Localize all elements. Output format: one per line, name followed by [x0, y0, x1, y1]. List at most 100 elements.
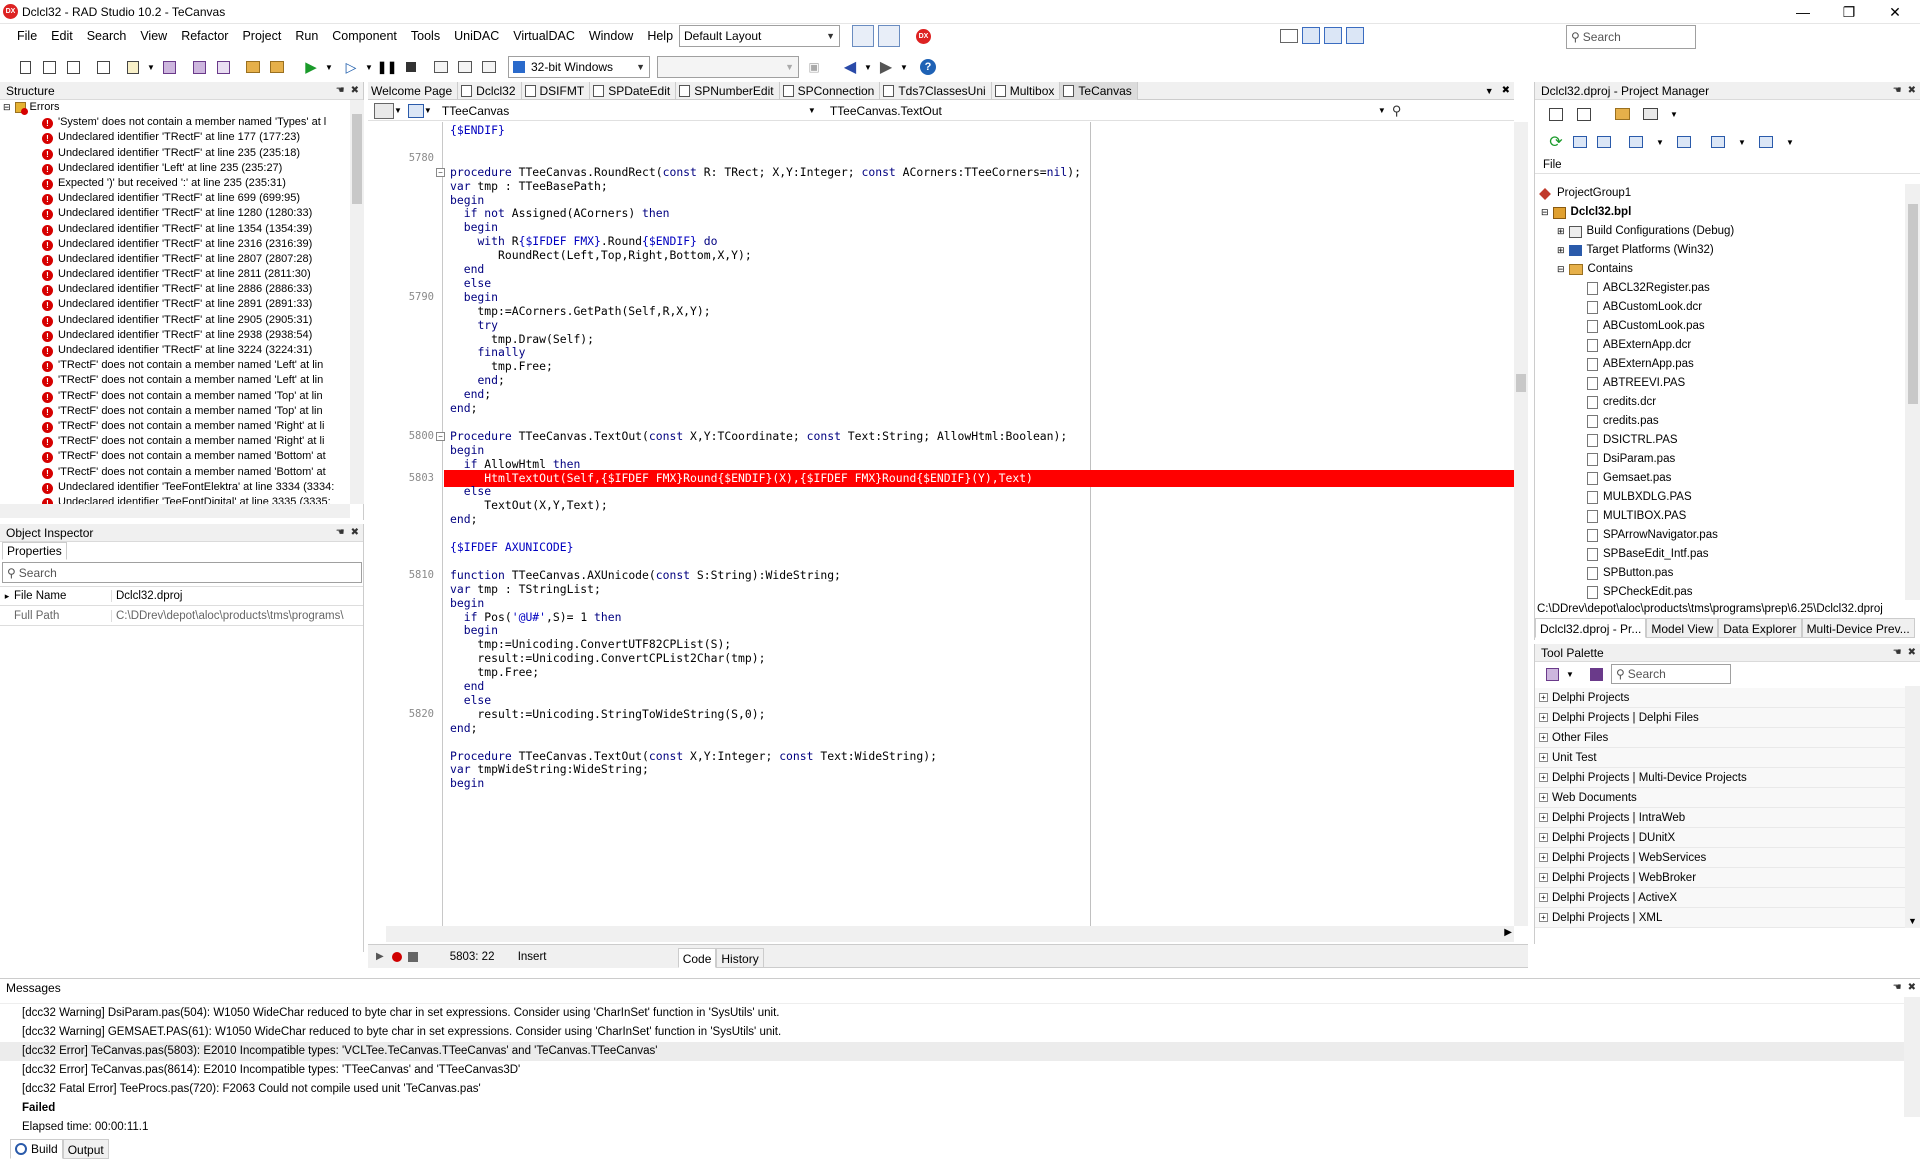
code-line[interactable]: result:=Unicoding.StringToWideString(S,0… [450, 706, 765, 723]
run-dropdown-icon[interactable]: ▼ [324, 56, 334, 78]
error-item[interactable]: ! Undeclared identifier 'TRectF' at line … [0, 343, 350, 358]
tree-node-project[interactable]: ⊟ Dclcl32.bpl [1535, 203, 1905, 222]
pin-icon[interactable]: ☚ [336, 524, 345, 542]
menu-search[interactable]: Search [80, 24, 134, 48]
save-all-icon[interactable] [188, 56, 210, 78]
object-inspector-search[interactable]: ⚲ Search [2, 562, 362, 583]
macro-play-icon[interactable]: ▶ [376, 951, 384, 962]
method-combo[interactable]: TTeeCanvas.TextOut ▼ [816, 102, 1386, 120]
error-item[interactable]: ! Undeclared identifier 'TRectF' at line … [0, 191, 350, 206]
menu-unidac[interactable]: UniDAC [447, 24, 506, 48]
error-item[interactable]: ! Undeclared identifier 'TRectF' at line … [0, 252, 350, 267]
project-file-item[interactable]: credits.dcr [1535, 393, 1905, 412]
palette-category[interactable]: + Delphi Projects | DUnitX [1535, 828, 1905, 848]
error-item[interactable]: ! Expected ')' but received ':' at line 2… [0, 176, 350, 191]
project-file-item[interactable]: ABExternApp.pas [1535, 355, 1905, 374]
method-dropdown-icon[interactable]: ▼ [424, 106, 432, 115]
run-to-cursor-icon[interactable] [478, 56, 500, 78]
tool-palette-vscrollbar[interactable]: ▼ [1905, 686, 1920, 928]
menu-help[interactable]: Help [640, 24, 680, 48]
devexpress-logo-icon[interactable]: DX [916, 29, 931, 44]
property-row-file-name[interactable]: ▸ File Name Dclcl32.dproj [0, 586, 363, 606]
error-item[interactable]: ! 'TRectF' does not contain a member name… [0, 373, 350, 388]
project-file-item[interactable]: SPBaseEdit_Intf.pas [1535, 545, 1905, 564]
build-dropdown-icon[interactable]: ▼ [1731, 131, 1753, 153]
project-file-item[interactable]: ABCustomLook.pas [1535, 317, 1905, 336]
message-line[interactable]: Failed [0, 1099, 1920, 1118]
error-item[interactable]: ! Undeclared identifier 'TRectF' at line … [0, 313, 350, 328]
tree-node-contains[interactable]: ⊟ Contains [1535, 260, 1905, 279]
configuration-combo[interactable]: ▼ [657, 56, 799, 78]
code-line[interactable]: end; [450, 720, 477, 737]
palette-category[interactable]: + Delphi Projects | IntraWeb [1535, 808, 1905, 828]
property-value[interactable]: C:\DDrev\depot\aloc\products\tms\program… [112, 610, 362, 622]
tool-palette-search[interactable]: ⚲ Search [1611, 664, 1731, 684]
code-line[interactable]: {$IFDEF AXUNICODE} [450, 539, 573, 556]
message-line[interactable]: [dcc32 Error] TeCanvas.pas(8614): E2010 … [0, 1061, 1920, 1080]
close-icon[interactable]: ✖ [1908, 82, 1916, 100]
menu-component[interactable]: Component [325, 24, 404, 48]
reopen-icon[interactable] [122, 56, 144, 78]
collapse-icon[interactable]: ⊟ [3, 100, 11, 115]
fold-icon[interactable]: − [436, 167, 445, 177]
error-item[interactable]: ! Undeclared identifier 'TeeFontDigital' … [0, 495, 350, 504]
error-item[interactable]: ! Undeclared identifier 'Left' at line 23… [0, 161, 350, 176]
scroll-right-icon[interactable]: ▶ [1504, 927, 1512, 938]
menu-edit[interactable]: Edit [44, 24, 80, 48]
run-without-debugging-icon[interactable]: ▷ [340, 56, 362, 78]
menu-run[interactable]: Run [288, 24, 325, 48]
tab-output[interactable]: Output [62, 1139, 109, 1159]
palette-category[interactable]: + Delphi Projects | WebBroker [1535, 868, 1905, 888]
method-icon[interactable] [407, 103, 424, 118]
tab-tecanvas[interactable]: TeCanvas [1060, 81, 1138, 100]
menu-project[interactable]: Project [235, 24, 288, 48]
scroll-thumb[interactable] [352, 114, 362, 204]
palette-category[interactable]: + Delphi Projects | Multi-Device Projects [1535, 768, 1905, 788]
monitor-icon[interactable] [1346, 27, 1364, 44]
tab-model-view[interactable]: Model View [1646, 618, 1719, 638]
save-layout-icon[interactable] [852, 25, 874, 47]
fold-icon[interactable]: − [436, 431, 445, 441]
collapse-all-icon[interactable] [1569, 131, 1591, 153]
error-item[interactable]: ! Undeclared identifier 'TRectF' at line … [0, 146, 350, 161]
project-file-item[interactable]: MULBXDLG.PAS [1535, 488, 1905, 507]
close-file-icon[interactable] [212, 56, 234, 78]
categories-icon[interactable] [1541, 663, 1563, 685]
menu-file[interactable]: File [10, 24, 44, 48]
tab-properties[interactable]: Properties [2, 542, 67, 560]
tab-build[interactable]: Build [10, 1139, 63, 1159]
checklist-dropdown-icon[interactable]: ▼ [1779, 131, 1801, 153]
message-line[interactable]: [dcc32 Fatal Error] TeeProcs.pas(720): F… [0, 1080, 1920, 1099]
new-items-icon[interactable] [38, 56, 60, 78]
code-editor[interactable]: {$ENDIF} 5780 procedure TTeeCanvas.RoundRe… [368, 122, 1514, 926]
new-file-icon[interactable] [14, 56, 36, 78]
error-item[interactable]: ! Undeclared identifier 'TRectF' at line … [0, 237, 350, 252]
close-icon[interactable]: ✖ [351, 82, 359, 100]
macro-stop-icon[interactable] [407, 951, 418, 962]
scroll-thumb[interactable] [1516, 374, 1526, 392]
checklist-icon[interactable] [1755, 131, 1777, 153]
load-layout-icon[interactable] [878, 25, 900, 47]
project-file-item[interactable]: Gemsaet.pas [1535, 469, 1905, 488]
tab-tds7classesuni[interactable]: Tds7ClassesUni [880, 81, 992, 100]
scroll-down-icon[interactable]: ▼ [1908, 916, 1917, 926]
calendar-icon[interactable] [1302, 27, 1320, 44]
palette-category[interactable]: + Delphi Projects | ActiveX [1535, 888, 1905, 908]
device-icon[interactable]: ▣ [803, 56, 825, 78]
tab-multi-device-preview[interactable]: Multi-Device Prev... [1801, 618, 1915, 638]
new-project-icon[interactable] [1545, 103, 1567, 125]
editor-hscrollbar[interactable]: ▶ [386, 926, 1514, 942]
error-item[interactable]: ! Undeclared identifier 'TRectF' at line … [0, 222, 350, 237]
property-value[interactable]: Dclcl32.dproj [112, 590, 182, 602]
trace-into-icon[interactable] [430, 56, 452, 78]
forward-dropdown-icon[interactable]: ▼ [899, 56, 909, 78]
error-item[interactable]: ! Undeclared identifier 'TeeFontElektra' … [0, 480, 350, 495]
project-tree-vscrollbar[interactable] [1905, 184, 1920, 600]
error-item[interactable]: ! Undeclared identifier 'TRectF' at line … [0, 282, 350, 297]
menu-virtualdac[interactable]: VirtualDAC [506, 24, 582, 48]
palette-category[interactable]: + Delphi Projects | WebServices [1535, 848, 1905, 868]
project-file-item[interactable]: ABExternApp.dcr [1535, 336, 1905, 355]
palette-category[interactable]: + Unit Test [1535, 748, 1905, 768]
pin-icon[interactable]: ☚ [1893, 644, 1902, 662]
structure-hscrollbar[interactable] [0, 504, 350, 518]
